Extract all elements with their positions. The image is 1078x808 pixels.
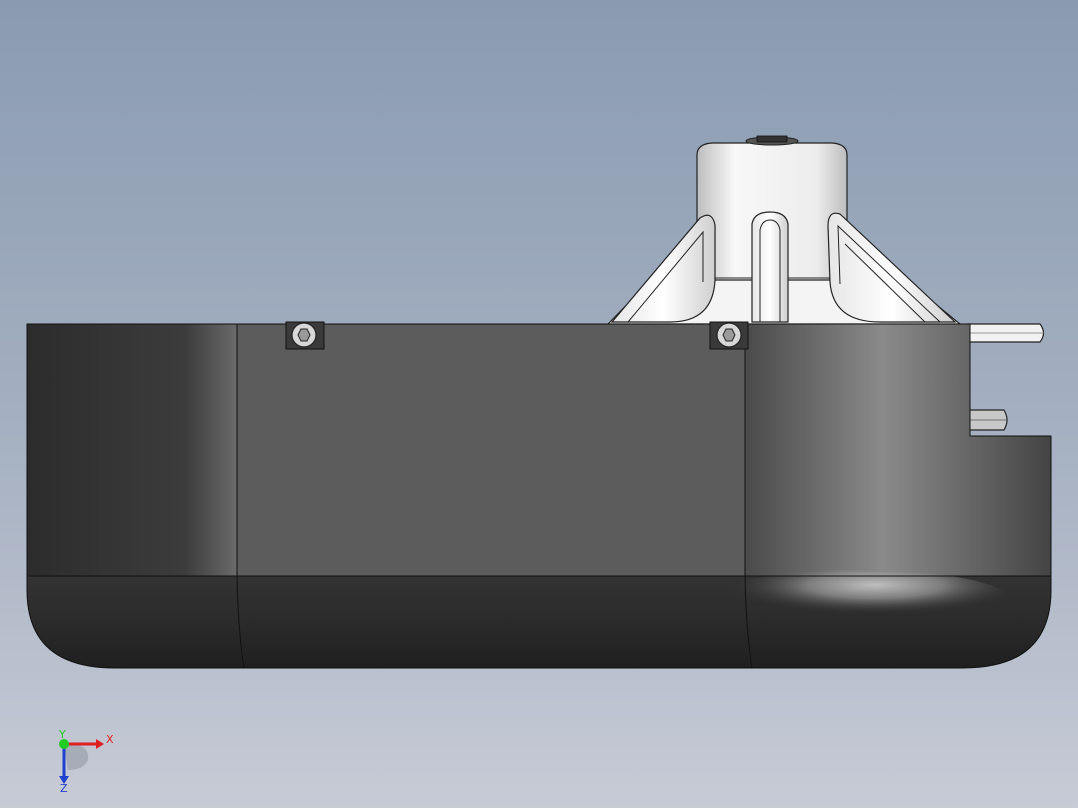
side-pin-top[interactable] (967, 323, 1045, 343)
side-pin-bottom[interactable] (967, 409, 1008, 431)
rib-center (751, 211, 789, 323)
part-model[interactable] (0, 0, 1078, 808)
triad-sphere-shade (64, 743, 89, 770)
body-left-panel (26, 323, 238, 577)
orientation-triad: X Y Z (58, 728, 114, 795)
hex-screw-left[interactable] (285, 321, 325, 350)
body-center-panel (236, 323, 746, 577)
triad-y-label: Y (58, 728, 66, 741)
rib-right (827, 212, 957, 323)
triad-z-label: Z (60, 782, 68, 795)
main-body[interactable] (26, 323, 1052, 669)
top-mount[interactable] (606, 135, 962, 325)
body-right-panel (744, 323, 1052, 577)
cad-viewport[interactable]: X Y Z (0, 0, 1078, 808)
hex-screw-right[interactable] (709, 321, 749, 350)
triad-x-arrow (96, 739, 104, 749)
triad-x-label: X (106, 733, 114, 746)
rib-left (610, 214, 716, 323)
